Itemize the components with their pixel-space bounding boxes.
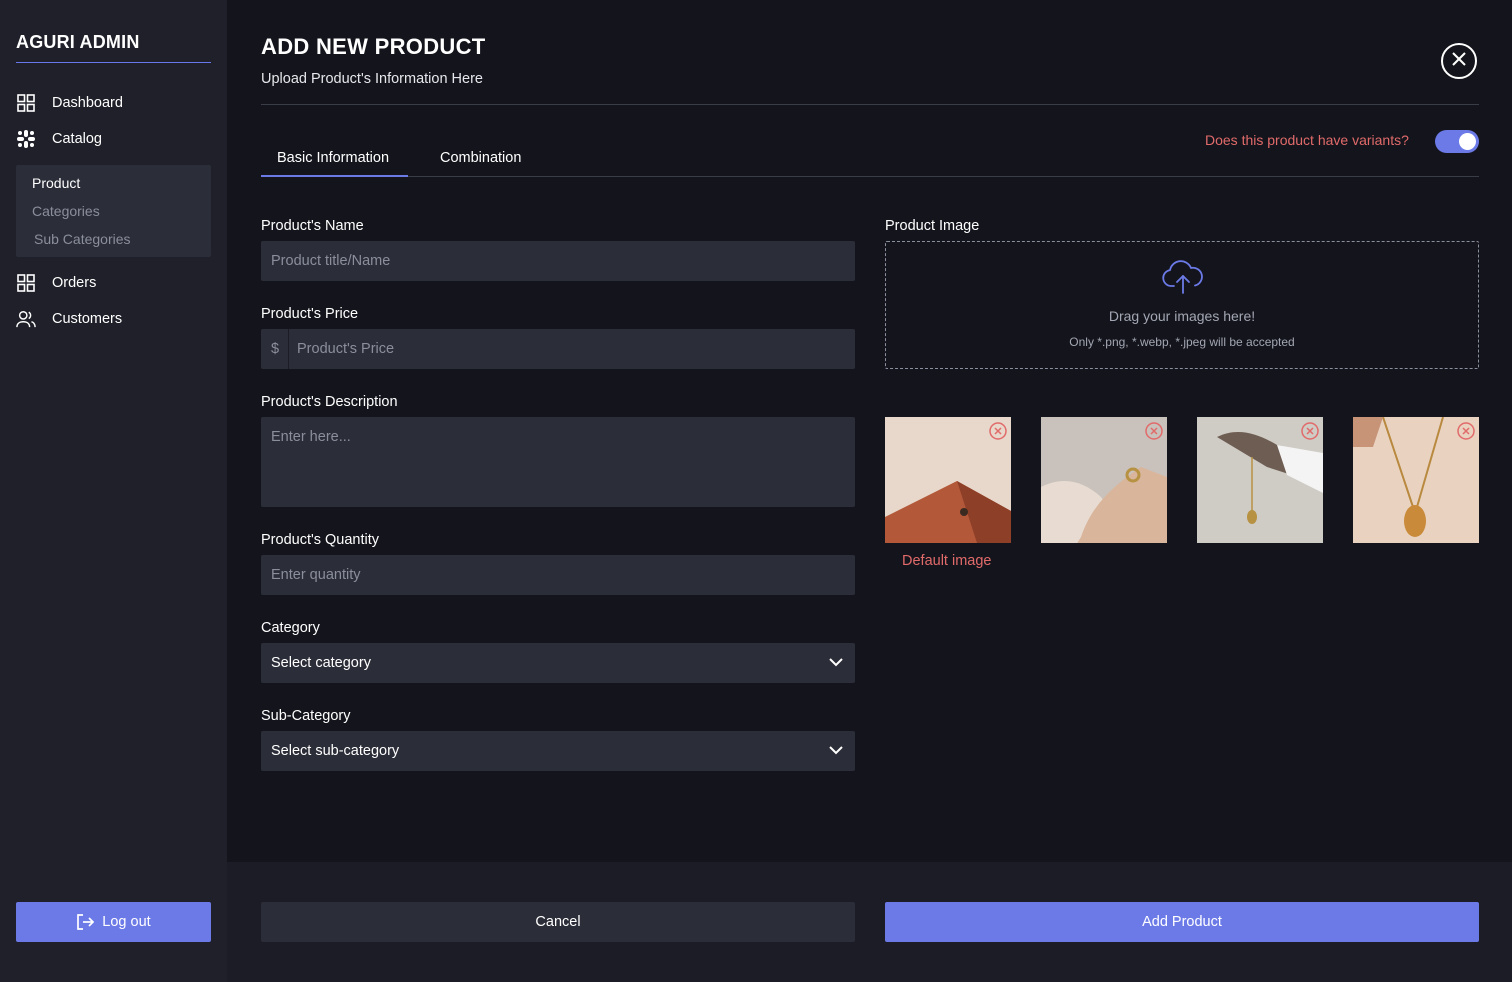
brand-title: AGURI ADMIN [16,32,211,63]
product-thumbnail[interactable] [1197,417,1323,543]
product-thumbnail[interactable] [885,417,1011,543]
remove-image-icon[interactable] [1301,422,1319,440]
product-name-input[interactable]: Product title/Name [261,241,855,281]
category-label: Category [261,620,320,636]
close-icon [1452,51,1466,71]
tabs-divider [261,176,1479,177]
cancel-button[interactable]: Cancel [261,902,855,942]
logout-button[interactable]: Log out [16,902,211,942]
price-label: Product's Price [261,306,359,322]
sidebar-item-orders[interactable]: Orders [16,271,96,295]
subcategory-select[interactable]: Select sub-category [261,731,855,771]
tab-combination[interactable]: Combination [440,150,521,166]
description-label: Product's Description [261,394,398,410]
dropzone-text: Drag your images here! [1108,308,1256,324]
add-product-button[interactable]: Add Product [885,902,1479,942]
tab-basic-information[interactable]: Basic Information [277,150,389,166]
sidebar-item-customers[interactable]: Customers [16,307,122,331]
users-icon [16,309,36,329]
currency-prefix: $ [271,329,289,369]
submenu-item-categories[interactable]: Categories [32,203,100,219]
product-price-input[interactable]: $ Product's Price [261,329,855,369]
remove-image-icon[interactable] [1145,422,1163,440]
subcategory-label: Sub-Category [261,708,351,724]
product-description-textarea[interactable]: Enter here... [261,417,855,507]
sidebar: AGURI ADMIN Dashboard Catalog Product Ca… [0,0,227,982]
page-subtitle: Upload Product's Information Here [261,71,483,87]
product-quantity-input[interactable]: Enter quantity [261,555,855,595]
catalog-submenu: Product Categories Sub Categories [16,165,211,257]
product-thumbnail[interactable] [1041,417,1167,543]
image-dropzone[interactable]: Drag your images here! Only *.png, *.web… [885,241,1479,369]
grid-icon [16,273,36,293]
active-tab-indicator [261,175,408,177]
logout-icon [76,913,95,931]
product-thumbnail[interactable] [1353,417,1479,543]
sidebar-item-dashboard[interactable]: Dashboard [16,91,123,115]
variants-label: Does this product have variants? [1205,132,1409,148]
page-title: ADD NEW PRODUCT [261,34,486,59]
cloud-upload-icon [1162,260,1204,299]
header-divider [261,104,1479,105]
chevron-down-icon [829,743,843,759]
category-select[interactable]: Select category [261,643,855,683]
catalog-icon [16,129,36,149]
sidebar-item-label: Orders [52,275,97,291]
name-label: Product's Name [261,218,364,234]
remove-image-icon[interactable] [989,422,1007,440]
category-value: Select category [271,655,371,671]
chevron-down-icon [829,655,843,671]
dropzone-hint: Only *.png, *.webp, *.jpeg will be accep… [1069,335,1295,349]
default-image-label: Default image [902,553,992,569]
subcategory-value: Select sub-category [271,743,400,759]
sidebar-item-label: Dashboard [52,95,123,111]
close-button[interactable] [1441,43,1477,79]
price-placeholder: Product's Price [297,341,395,357]
quantity-label: Product's Quantity [261,532,380,548]
toggle-knob [1459,133,1476,150]
remove-image-icon[interactable] [1457,422,1475,440]
sidebar-item-label: Catalog [52,131,102,147]
grid-icon [16,93,36,113]
variants-toggle[interactable] [1435,130,1479,153]
submenu-item-sub-categories[interactable]: Sub Categories [34,231,131,247]
product-image-label: Product Image [885,218,980,234]
sidebar-item-catalog[interactable]: Catalog [16,127,102,151]
logout-label: Log out [102,914,151,930]
submenu-item-product[interactable]: Product [32,175,80,191]
sidebar-item-label: Customers [52,311,123,327]
